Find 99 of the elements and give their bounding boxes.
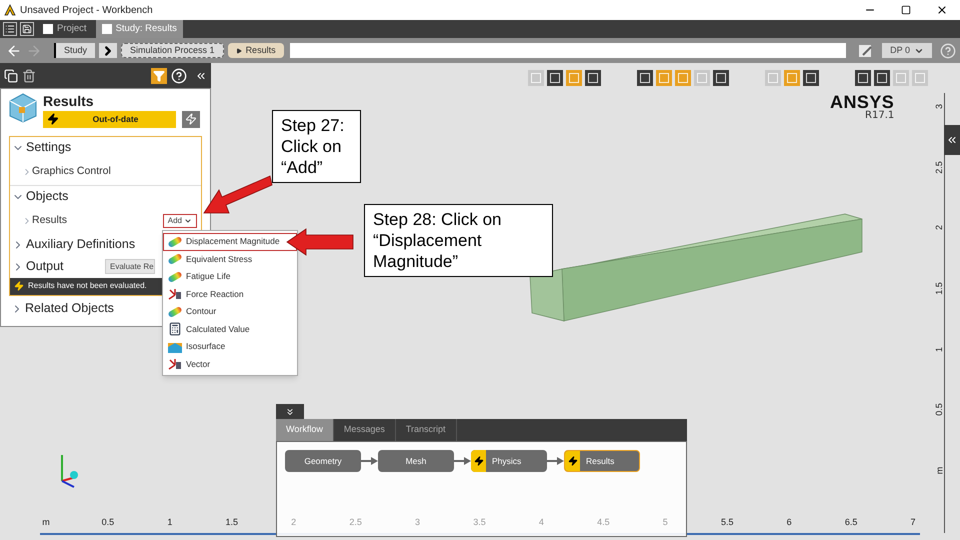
- ruler-label: 0.5: [935, 404, 944, 416]
- list-icon[interactable]: [3, 22, 17, 36]
- toolbar-button[interactable]: [855, 70, 871, 86]
- ruler-label: 2: [290, 516, 298, 528]
- ruler-label: 6.5: [844, 516, 858, 528]
- lightning-icon: [14, 281, 24, 291]
- arrow-icon: [361, 457, 378, 465]
- ruler-label: 3: [935, 104, 944, 109]
- collapse-icon: [946, 134, 958, 146]
- lightning-icon: [471, 450, 486, 472]
- close-icon: [936, 4, 948, 16]
- workflow-node[interactable]: Mesh: [378, 450, 454, 472]
- menu-item[interactable]: Calculated Value: [163, 320, 297, 338]
- workflow-node[interactable]: Physics: [471, 450, 547, 472]
- axes-icon: [168, 288, 182, 300]
- toolbar-button[interactable]: [874, 70, 890, 86]
- menu-item[interactable]: Isosurface: [163, 338, 297, 356]
- evaluate-button[interactable]: Evaluate Re: [105, 259, 155, 274]
- section-heading[interactable]: Output: [26, 257, 64, 276]
- section-heading[interactable]: Objects: [26, 187, 68, 206]
- menu-item[interactable]: Displacement Magnitude: [163, 233, 297, 250]
- calculator-icon: [168, 322, 182, 336]
- menu-item[interactable]: Equivalent Stress: [163, 250, 297, 268]
- ruler-label: 2.5: [348, 516, 363, 528]
- breadcrumb-item[interactable]: Simulation Process 1: [121, 43, 224, 58]
- trash-icon[interactable]: [22, 68, 36, 82]
- add-button[interactable]: Add: [162, 214, 197, 228]
- ruler-label: 1: [935, 346, 944, 352]
- gradient-pill-icon: [168, 306, 182, 318]
- toolbar-button[interactable]: [803, 70, 819, 86]
- input-field[interactable]: [290, 43, 846, 58]
- workflow-node[interactable]: Geometry: [285, 450, 361, 472]
- pointer-arrow-drawing: [203, 173, 273, 215]
- ruler-label: m: [41, 516, 51, 528]
- ruler-label: 3.5: [472, 516, 487, 528]
- callout-text: Step 28: Click on “Displacement Magnitude”: [364, 204, 553, 277]
- panel-title: Results: [43, 93, 95, 110]
- toolbar-button[interactable]: [637, 70, 653, 86]
- ruler-label: 3: [414, 516, 422, 528]
- ruler-label: 6: [786, 516, 793, 528]
- gradient-pill-icon: [168, 270, 182, 283]
- dp-dropdown[interactable]: DP 0: [882, 43, 932, 58]
- tree-item[interactable]: Results: [32, 212, 68, 228]
- section-heading[interactable]: Settings: [26, 138, 72, 157]
- toolbar-button[interactable]: [547, 70, 563, 86]
- tree-item[interactable]: Graphics Control: [32, 164, 111, 180]
- table-edit-icon[interactable]: [858, 44, 874, 58]
- ruler-label: 2.5: [935, 160, 944, 174]
- toolbar-button[interactable]: [713, 70, 729, 86]
- chevron-icon: [99, 43, 118, 58]
- ruler-label: 1.5: [935, 282, 944, 295]
- gradient-pill-icon: [168, 253, 182, 266]
- arrow-icon: [454, 457, 471, 465]
- cube-grid-icon: [9, 93, 37, 123]
- message-text: Results have not been evaluated.: [28, 280, 147, 292]
- ruler-label: 7: [910, 516, 917, 528]
- update-button[interactable]: [182, 110, 200, 128]
- pointer-arrow-drawing: [286, 228, 354, 256]
- caret-icon: [184, 216, 192, 224]
- axes-icon: [168, 358, 182, 370]
- menu-item[interactable]: Vector: [163, 356, 297, 373]
- status-label: Out-of-date: [92, 112, 140, 126]
- window-title: Unsaved Project - Workbench: [20, 4, 153, 18]
- section-heading[interactable]: Auxiliary Definitions: [26, 235, 136, 254]
- ruler-label: 4.5: [596, 516, 611, 528]
- menu-item[interactable]: Contour: [163, 303, 297, 320]
- section-heading[interactable]: Related Objects: [25, 299, 114, 318]
- ruler-label: m: [935, 466, 944, 474]
- surface-icon: [168, 340, 182, 353]
- workflow-node[interactable]: Results: [564, 450, 640, 472]
- toolbar-button[interactable]: [585, 70, 601, 86]
- gradient-pill-icon: [168, 236, 182, 248]
- ruler-label: 0.5: [100, 516, 116, 528]
- save-icon[interactable]: [20, 22, 34, 36]
- maximize-icon: [901, 5, 911, 15]
- lightning-icon: [185, 113, 197, 125]
- ruler-label: 5: [662, 516, 669, 528]
- ruler-label: 1.5: [224, 516, 240, 528]
- ruler-label: 1: [166, 516, 174, 528]
- lightning-icon: [565, 451, 580, 471]
- lightning-icon: [47, 113, 59, 125]
- menu-item[interactable]: Force Reaction: [163, 286, 297, 303]
- side-panel-tab[interactable]: [944, 125, 960, 155]
- arrow-icon: [547, 457, 564, 465]
- breadcrumb-item[interactable]: Results: [228, 43, 284, 58]
- filter-icon[interactable]: [151, 68, 167, 84]
- brand-logo: ANSYS: [830, 93, 894, 111]
- app-logo-icon: [4, 4, 16, 16]
- ruler-label: 5.5: [720, 516, 734, 528]
- expand-icon: [285, 406, 295, 416]
- collapse-tab[interactable]: [276, 404, 304, 419]
- ruler-label: 2: [935, 225, 944, 230]
- version-label: R17.1: [865, 111, 894, 121]
- ruler-label: 4: [538, 516, 545, 528]
- copy-icon[interactable]: [4, 68, 18, 82]
- callout-text: Step 27: Click on “Add”: [272, 110, 361, 183]
- menu-item[interactable]: Fatigue Life: [163, 268, 297, 286]
- breadcrumb-item[interactable]: Study: [54, 43, 96, 58]
- triangle-icon: [236, 48, 242, 54]
